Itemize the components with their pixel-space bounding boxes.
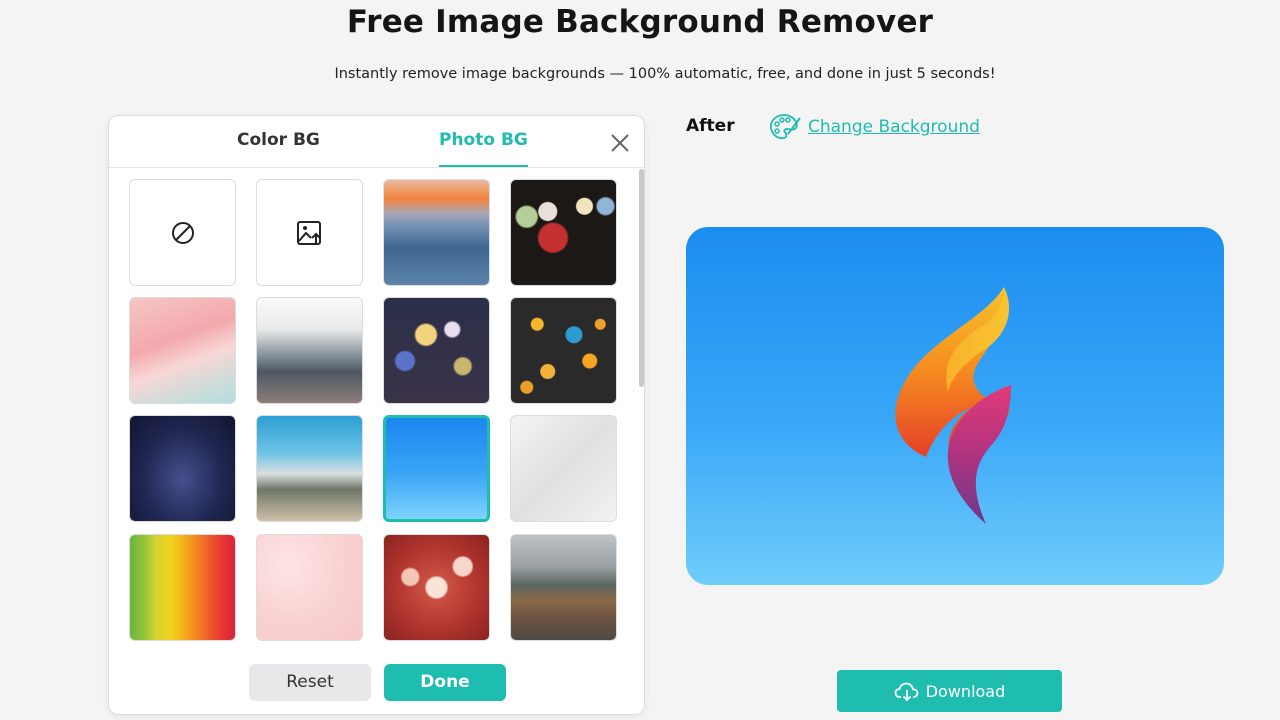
tab-color-bg[interactable]: Color BG <box>237 130 320 167</box>
palette-icon <box>770 114 801 140</box>
after-label: After <box>686 116 735 136</box>
raindrops-window-tile[interactable] <box>256 297 363 404</box>
rain-night-lights-tile[interactable] <box>383 297 490 404</box>
page-title: Free Image Background Remover <box>346 4 934 40</box>
no-background-tile[interactable] <box>129 179 236 286</box>
pink-brush-strokes-tile[interactable] <box>129 297 236 404</box>
download-button[interactable]: Download <box>837 670 1062 712</box>
upload-image-icon <box>296 220 321 245</box>
tab-photo-bg[interactable]: Photo BG <box>439 130 528 167</box>
tab-bar: Color BG Photo BG <box>109 116 644 168</box>
page-subtitle: Instantly remove image backgrounds — 100… <box>334 66 996 82</box>
starry-sky-tile[interactable] <box>129 415 236 522</box>
rainbow-stripes-tile[interactable] <box>129 534 236 641</box>
sunset-sea-tile[interactable] <box>383 179 490 286</box>
scrollbar-thumb[interactable] <box>639 169 644 387</box>
tropical-beach-tile[interactable] <box>256 415 363 522</box>
change-background-label: Change Background <box>808 117 980 137</box>
pink-clouds-tile[interactable] <box>256 534 363 641</box>
mountain-road-tile[interactable] <box>510 534 617 641</box>
upload-photo-tile[interactable] <box>256 179 363 286</box>
no-background-icon <box>171 221 194 244</box>
change-background-link[interactable]: Change Background <box>768 112 980 142</box>
download-label: Download <box>925 681 1006 701</box>
scrollbar[interactable] <box>638 169 644 714</box>
golden-bokeh-tile[interactable] <box>510 297 617 404</box>
done-button[interactable]: Done <box>384 664 506 701</box>
red-bokeh-tile[interactable] <box>383 534 490 641</box>
background-picker-panel: Color BG Photo BG Reset Done <box>108 115 645 715</box>
blue-gradient-tile[interactable] <box>383 415 490 522</box>
rainy-bokeh-dark-tile[interactable] <box>510 179 617 286</box>
flame-logo-icon <box>895 287 1011 524</box>
cloud-download-icon <box>894 682 919 702</box>
close-icon[interactable] <box>607 130 633 156</box>
white-texture-tile[interactable] <box>510 415 617 522</box>
reset-button[interactable]: Reset <box>249 664 371 701</box>
result-preview <box>686 227 1224 585</box>
